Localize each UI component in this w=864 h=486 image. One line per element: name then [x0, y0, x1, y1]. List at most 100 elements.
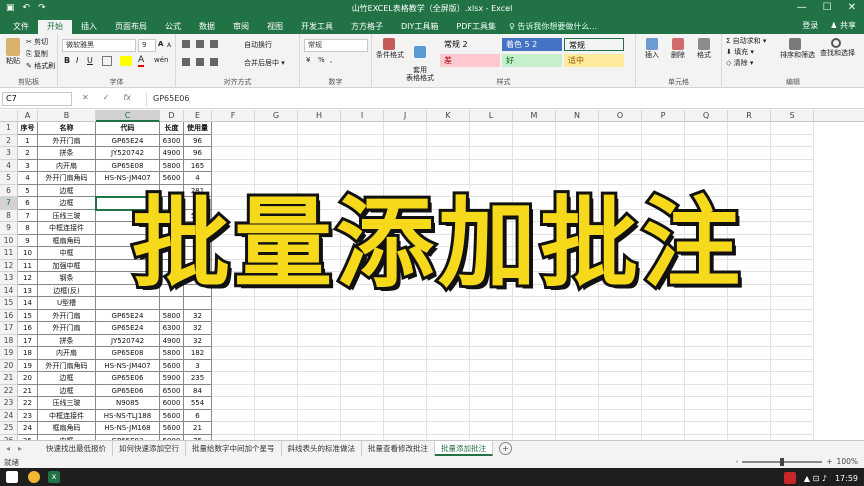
empty-cell[interactable]: [212, 422, 255, 435]
empty-cell[interactable]: [685, 347, 728, 360]
sheet-nav[interactable]: ◂ ▸: [0, 444, 40, 453]
empty-cell[interactable]: [685, 122, 728, 135]
empty-cell[interactable]: [728, 359, 771, 372]
empty-cell[interactable]: [427, 372, 470, 385]
cell-b8[interactable]: 压线三玻: [38, 209, 96, 222]
empty-cell[interactable]: [212, 334, 255, 347]
cell-a15[interactable]: 14: [18, 297, 38, 310]
cell-b21[interactable]: 边框: [38, 372, 96, 385]
row-header[interactable]: 20: [0, 359, 18, 372]
empty-cell[interactable]: [427, 397, 470, 410]
empty-cell[interactable]: [212, 359, 255, 372]
empty-cell[interactable]: [341, 322, 384, 335]
tab-review[interactable]: 审阅: [224, 20, 258, 34]
empty-cell[interactable]: [298, 384, 341, 397]
cell-c25[interactable]: HS-NS-JM168: [96, 422, 160, 435]
empty-cell[interactable]: [728, 334, 771, 347]
row-header[interactable]: 15: [0, 297, 18, 310]
empty-cell[interactable]: [771, 309, 814, 322]
empty-cell[interactable]: [728, 397, 771, 410]
style-bad[interactable]: 差: [440, 54, 500, 67]
cell-a20[interactable]: 19: [18, 359, 38, 372]
close-button[interactable]: ✕: [848, 2, 856, 13]
minimize-button[interactable]: —: [797, 2, 807, 13]
cancel-icon[interactable]: ✕: [82, 93, 89, 102]
browser-icon[interactable]: [28, 471, 40, 483]
cell-b22[interactable]: 边框: [38, 384, 96, 397]
empty-cell[interactable]: [513, 334, 556, 347]
empty-cell[interactable]: [642, 322, 685, 335]
empty-cell[interactable]: [728, 134, 771, 147]
empty-cell[interactable]: [384, 359, 427, 372]
tell-me-search[interactable]: ♀ 告诉我你想要做什么...: [509, 20, 597, 34]
app-tray-icon[interactable]: [783, 472, 796, 484]
empty-cell[interactable]: [470, 134, 513, 147]
cell-c23[interactable]: N9085: [96, 397, 160, 410]
cell-e17[interactable]: 32: [184, 322, 212, 335]
cell-e1[interactable]: 使用量: [184, 122, 212, 135]
row-header[interactable]: 18: [0, 334, 18, 347]
empty-cell[interactable]: [341, 372, 384, 385]
cell-c22[interactable]: GP65E06: [96, 384, 160, 397]
column-header-p[interactable]: P: [642, 110, 685, 122]
cell-b11[interactable]: 中框: [38, 247, 96, 260]
next-sheet-icon[interactable]: ▸: [18, 444, 22, 453]
cell-e23[interactable]: 554: [184, 397, 212, 410]
empty-cell[interactable]: [685, 147, 728, 160]
tab-formulas[interactable]: 公式: [156, 20, 190, 34]
cell-e16[interactable]: 32: [184, 309, 212, 322]
empty-cell[interactable]: [298, 122, 341, 135]
empty-cell[interactable]: [556, 397, 599, 410]
cell-d23[interactable]: 6000: [160, 397, 184, 410]
cell-d18[interactable]: 4900: [160, 334, 184, 347]
empty-cell[interactable]: [384, 397, 427, 410]
empty-cell[interactable]: [642, 147, 685, 160]
empty-cell[interactable]: [470, 384, 513, 397]
column-header-b[interactable]: B: [38, 110, 96, 122]
empty-cell[interactable]: [556, 347, 599, 360]
empty-cell[interactable]: [642, 359, 685, 372]
cell-a24[interactable]: 23: [18, 409, 38, 422]
autosum-button[interactable]: Σ 自动求和 ▾: [726, 36, 766, 46]
cell-b23[interactable]: 压线三玻: [38, 397, 96, 410]
row-header[interactable]: 7: [0, 197, 18, 210]
cell-e18[interactable]: 32: [184, 334, 212, 347]
login-link[interactable]: 登录: [802, 20, 818, 31]
empty-cell[interactable]: [427, 347, 470, 360]
fill-color-icon[interactable]: [120, 56, 132, 66]
tab-insert[interactable]: 插入: [72, 20, 106, 34]
row-header[interactable]: 21: [0, 372, 18, 385]
paste-button[interactable]: 粘贴: [4, 38, 22, 66]
empty-cell[interactable]: [642, 122, 685, 135]
empty-cell[interactable]: [470, 322, 513, 335]
cell-a13[interactable]: 12: [18, 272, 38, 285]
cell-e24[interactable]: 6: [184, 409, 212, 422]
empty-cell[interactable]: [513, 372, 556, 385]
zoom-in-button[interactable]: +: [826, 457, 832, 466]
empty-cell[interactable]: [771, 134, 814, 147]
find-select-button[interactable]: 查找和选择: [820, 38, 855, 58]
row-header[interactable]: 10: [0, 234, 18, 247]
empty-cell[interactable]: [255, 422, 298, 435]
empty-cell[interactable]: [341, 409, 384, 422]
empty-cell[interactable]: [771, 159, 814, 172]
empty-cell[interactable]: [513, 384, 556, 397]
add-sheet-button[interactable]: +: [499, 442, 512, 455]
empty-cell[interactable]: [255, 322, 298, 335]
empty-cell[interactable]: [470, 334, 513, 347]
empty-cell[interactable]: [341, 122, 384, 135]
empty-cell[interactable]: [685, 322, 728, 335]
style-accent-5-2[interactable]: 着色 5 2: [502, 38, 562, 51]
empty-cell[interactable]: [341, 309, 384, 322]
empty-cell[interactable]: [771, 147, 814, 160]
empty-cell[interactable]: [599, 397, 642, 410]
row-header[interactable]: 23: [0, 397, 18, 410]
prev-sheet-icon[interactable]: ◂: [6, 444, 10, 453]
empty-cell[interactable]: [298, 334, 341, 347]
cell-d20[interactable]: 5600: [160, 359, 184, 372]
cell-a8[interactable]: 7: [18, 209, 38, 222]
cell-a10[interactable]: 9: [18, 234, 38, 247]
empty-cell[interactable]: [513, 309, 556, 322]
empty-cell[interactable]: [470, 372, 513, 385]
empty-cell[interactable]: [255, 309, 298, 322]
